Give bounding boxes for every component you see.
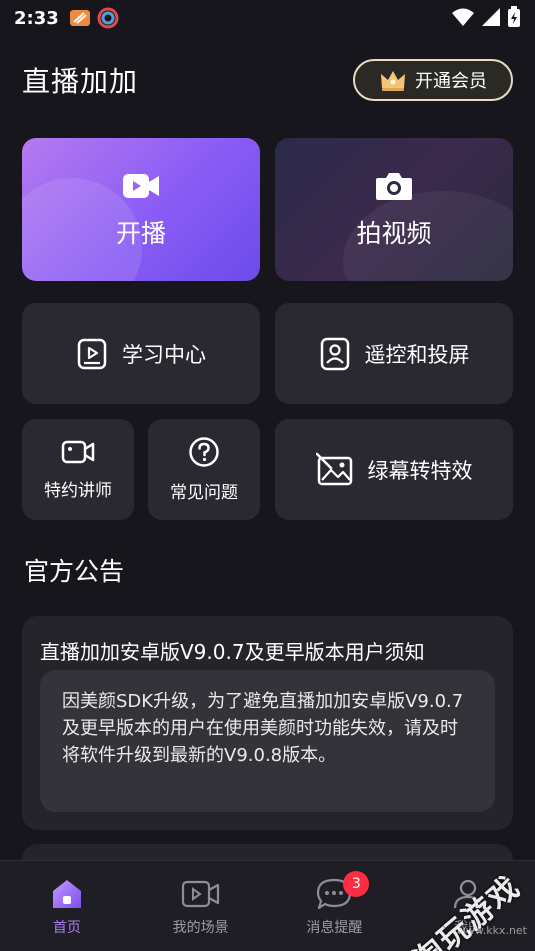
remote-cast-card[interactable]: 遥控和投屏	[275, 303, 513, 404]
tab-home[interactable]: 首页	[12, 877, 122, 937]
announcement-card[interactable]: 直播加加安卓版V9.0.7及更早版本用户须知 因美颜SDK升级，为了避免直播加加…	[22, 616, 513, 830]
signal-icon	[482, 8, 500, 26]
shoot-video-label: 拍视频	[356, 218, 432, 248]
green-screen-image-icon	[315, 452, 352, 485]
status-icons	[451, 6, 521, 28]
watermark-url: www.kkx.net	[456, 924, 527, 937]
video-scene-icon	[181, 880, 219, 908]
learning-center-card[interactable]: 学习中心	[22, 303, 260, 404]
remote-control-icon	[320, 337, 349, 370]
wifi-icon	[452, 8, 474, 26]
tab-messages-label: 消息提醒	[306, 920, 363, 936]
green-screen-card[interactable]: 绿幕转特效	[275, 419, 513, 520]
tab-home-label: 首页	[52, 920, 81, 936]
announcement-body: 因美颜SDK升级，为了避免直播加加安卓版V9.0.7及更早版本的用户在使用美颜时…	[40, 670, 495, 812]
status-time: 2:33	[14, 7, 59, 29]
app-title: 直播加加	[22, 65, 139, 98]
tab-my-scenes[interactable]: 我的场景	[146, 877, 256, 937]
remote-cast-label: 遥控和投屏	[364, 342, 470, 367]
tab-my-scenes-label: 我的场景	[172, 920, 229, 936]
green-screen-label: 绿幕转特效	[367, 458, 473, 483]
play-book-icon	[77, 338, 107, 369]
faq-card[interactable]: 常见问题	[148, 419, 260, 520]
video-camera-icon	[123, 173, 159, 198]
guest-lecturer-card[interactable]: 特约讲师	[22, 419, 134, 520]
message-count-badge: 3	[343, 871, 370, 897]
home-icon	[52, 880, 81, 908]
learning-center-label: 学习中心	[122, 342, 206, 367]
vip-button-label: 开通会员	[415, 71, 487, 92]
start-live-label: 开播	[115, 218, 166, 248]
battery-icon	[508, 6, 520, 27]
crown-icon	[381, 71, 405, 91]
vip-membership-button[interactable]: 开通会员	[353, 59, 513, 101]
app-notification-icon	[69, 10, 90, 26]
shoot-video-card[interactable]: 拍视频	[275, 138, 513, 281]
announcements-title: 官方公告	[24, 557, 125, 586]
status-bar: 2:33	[0, 0, 535, 36]
question-icon	[189, 437, 219, 467]
header: 直播加加 开通会员	[22, 56, 513, 104]
faq-label: 常见问题	[170, 483, 238, 503]
video-recorder-icon	[61, 440, 95, 464]
announcement-title: 直播加加安卓版V9.0.7及更早版本用户须知	[40, 640, 425, 664]
guest-lecturer-label: 特约讲师	[44, 481, 112, 501]
tab-messages[interactable]: 3 消息提醒	[279, 871, 389, 937]
start-live-card[interactable]: 开播	[22, 138, 260, 281]
browser-notification-icon	[97, 7, 119, 29]
camera-icon	[376, 172, 412, 200]
